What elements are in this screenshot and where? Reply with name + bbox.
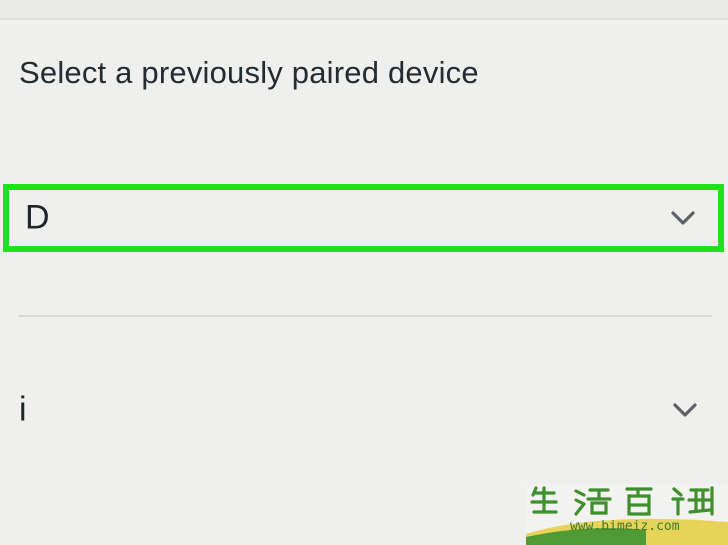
watermark-url: www.bimeiz.com	[570, 519, 680, 534]
device-name: D	[25, 198, 50, 237]
device-row-d[interactable]: D	[3, 184, 724, 252]
watermark-logo: www.bimeiz.com	[526, 484, 728, 545]
screen: Select a previously paired device D i ww…	[0, 0, 728, 545]
device-row-i[interactable]: i	[0, 378, 728, 442]
chevron-down-icon[interactable]	[672, 402, 698, 418]
section-title: Select a previously paired device	[19, 55, 479, 90]
watermark-emblem	[526, 486, 728, 545]
chevron-down-icon[interactable]	[670, 210, 696, 226]
top-panel	[0, 0, 728, 20]
device-name: i	[19, 390, 27, 429]
divider	[18, 315, 712, 317]
